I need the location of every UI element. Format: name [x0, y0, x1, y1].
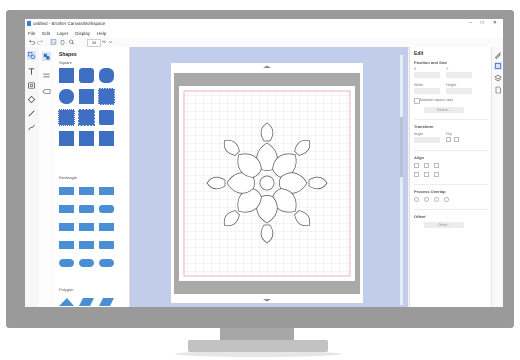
angle-input[interactable]: [414, 137, 440, 143]
section-polygon: Polygon: [59, 287, 74, 292]
left-toolbar: [25, 47, 40, 307]
align-middle-icon[interactable]: [424, 172, 429, 177]
tag-shapes-category-icon[interactable]: [42, 87, 51, 96]
right-toolbar: [491, 47, 503, 307]
edit-panel-title: Edit: [414, 51, 424, 57]
zoom-unit: %: [102, 39, 106, 44]
canvas-scroll-thumb[interactable]: [400, 117, 403, 177]
menu-file[interactable]: File: [28, 31, 35, 36]
flip-horizontal-icon[interactable]: [446, 137, 451, 142]
zoom-icon[interactable]: [68, 39, 75, 45]
image-tool-icon[interactable]: [27, 81, 36, 90]
pen-tool-icon[interactable]: [27, 123, 36, 132]
align-left-icon[interactable]: [414, 163, 419, 168]
x-label: X: [414, 67, 417, 71]
width-input[interactable]: [414, 88, 440, 94]
offset-button[interactable]: Offset...: [424, 222, 464, 228]
zoom-dropdown-icon[interactable]: [108, 39, 113, 45]
shape-category-bar: [39, 47, 56, 307]
shapes-panel: Shapes Square Rectangle Polygon: [55, 47, 130, 307]
hand-tool-icon[interactable]: [59, 39, 66, 45]
divider: [414, 184, 488, 185]
align-bottom-icon[interactable]: [434, 172, 439, 177]
undo-icon[interactable]: [28, 39, 35, 45]
offset-heading: Offset: [414, 214, 426, 219]
menu-edit[interactable]: Edit: [42, 31, 50, 36]
divider: [414, 150, 488, 151]
document-icon[interactable]: [494, 86, 502, 94]
square-shapes-grid[interactable]: [57, 65, 119, 155]
process-overlap-heading: Process Overlap: [414, 189, 446, 194]
maximize-button[interactable]: □: [481, 20, 484, 26]
quilt-snowflake-motif[interactable]: [206, 122, 328, 244]
edit-panel: Edit Position and Size X Y Width Height …: [409, 47, 492, 307]
height-label: Height: [446, 83, 457, 87]
line-tool-icon[interactable]: [27, 109, 36, 118]
polygon-shapes-grid[interactable]: [57, 295, 119, 307]
cutting-mat: [171, 63, 363, 303]
window-title: untitled - Brother CanvasWorkspace: [33, 21, 106, 26]
weld-icon[interactable]: [414, 197, 419, 202]
flip-vertical-icon[interactable]: [454, 137, 459, 142]
redo-icon[interactable]: [37, 39, 44, 45]
object-properties-icon[interactable]: [494, 62, 502, 70]
zoom-input[interactable]: 39: [87, 39, 101, 47]
shapes-panel-title: Shapes: [59, 52, 77, 58]
menu-bar: File Edit Layer Display Help: [25, 29, 503, 37]
close-button[interactable]: ✕: [493, 20, 497, 26]
maintain-aspect-label: Maintain aspect ratio: [420, 98, 454, 102]
lines-category-icon[interactable]: [42, 71, 51, 80]
menu-layer[interactable]: Layer: [57, 31, 68, 36]
flip-label: Flip: [446, 132, 452, 136]
text-tool-icon[interactable]: [27, 67, 36, 76]
canvas-scrollbar[interactable]: [400, 55, 403, 305]
position-size-heading: Position and Size: [414, 60, 448, 65]
y-input[interactable]: [446, 72, 472, 78]
align-right-icon[interactable]: [434, 163, 439, 168]
divider: [414, 209, 488, 210]
resize-button[interactable]: Resize...: [424, 107, 464, 113]
align-top-icon[interactable]: [414, 172, 419, 177]
align-center-icon[interactable]: [424, 163, 429, 168]
align-heading: Align: [414, 155, 424, 160]
mat-drawing: [171, 63, 363, 303]
minimize-button[interactable]: –: [469, 20, 472, 26]
angle-label: Angle: [414, 132, 424, 136]
x-input[interactable]: [414, 72, 440, 78]
transform-heading: Transform: [414, 124, 434, 129]
layers-icon[interactable]: [494, 74, 502, 82]
section-rectangle: Rectangle: [59, 175, 78, 180]
pattern-tool-icon[interactable]: [27, 95, 36, 104]
exclude-icon[interactable]: [444, 197, 449, 202]
app-icon: [27, 21, 31, 26]
basic-shapes-category-icon[interactable]: [42, 52, 51, 61]
y-label: Y: [446, 67, 449, 71]
select-tool-icon[interactable]: [50, 39, 57, 45]
edit-brush-icon[interactable]: [494, 51, 502, 59]
menu-display[interactable]: Display: [75, 31, 90, 36]
rectangle-shapes-grid[interactable]: [57, 185, 119, 275]
divider: [414, 119, 488, 120]
menu-help[interactable]: Help: [97, 31, 106, 36]
app-window: untitled - Brother CanvasWorkspace – □ ✕…: [25, 19, 503, 307]
shapes-tool-icon[interactable]: [27, 51, 36, 60]
height-input[interactable]: [446, 88, 472, 94]
intersect-icon[interactable]: [424, 197, 429, 202]
width-label: Width: [414, 83, 424, 87]
monitor-stand-base: [188, 340, 328, 352]
title-bar: untitled - Brother CanvasWorkspace – □ ✕: [25, 19, 503, 29]
trim-icon[interactable]: [434, 197, 439, 202]
canvas-area[interactable]: [130, 47, 408, 307]
